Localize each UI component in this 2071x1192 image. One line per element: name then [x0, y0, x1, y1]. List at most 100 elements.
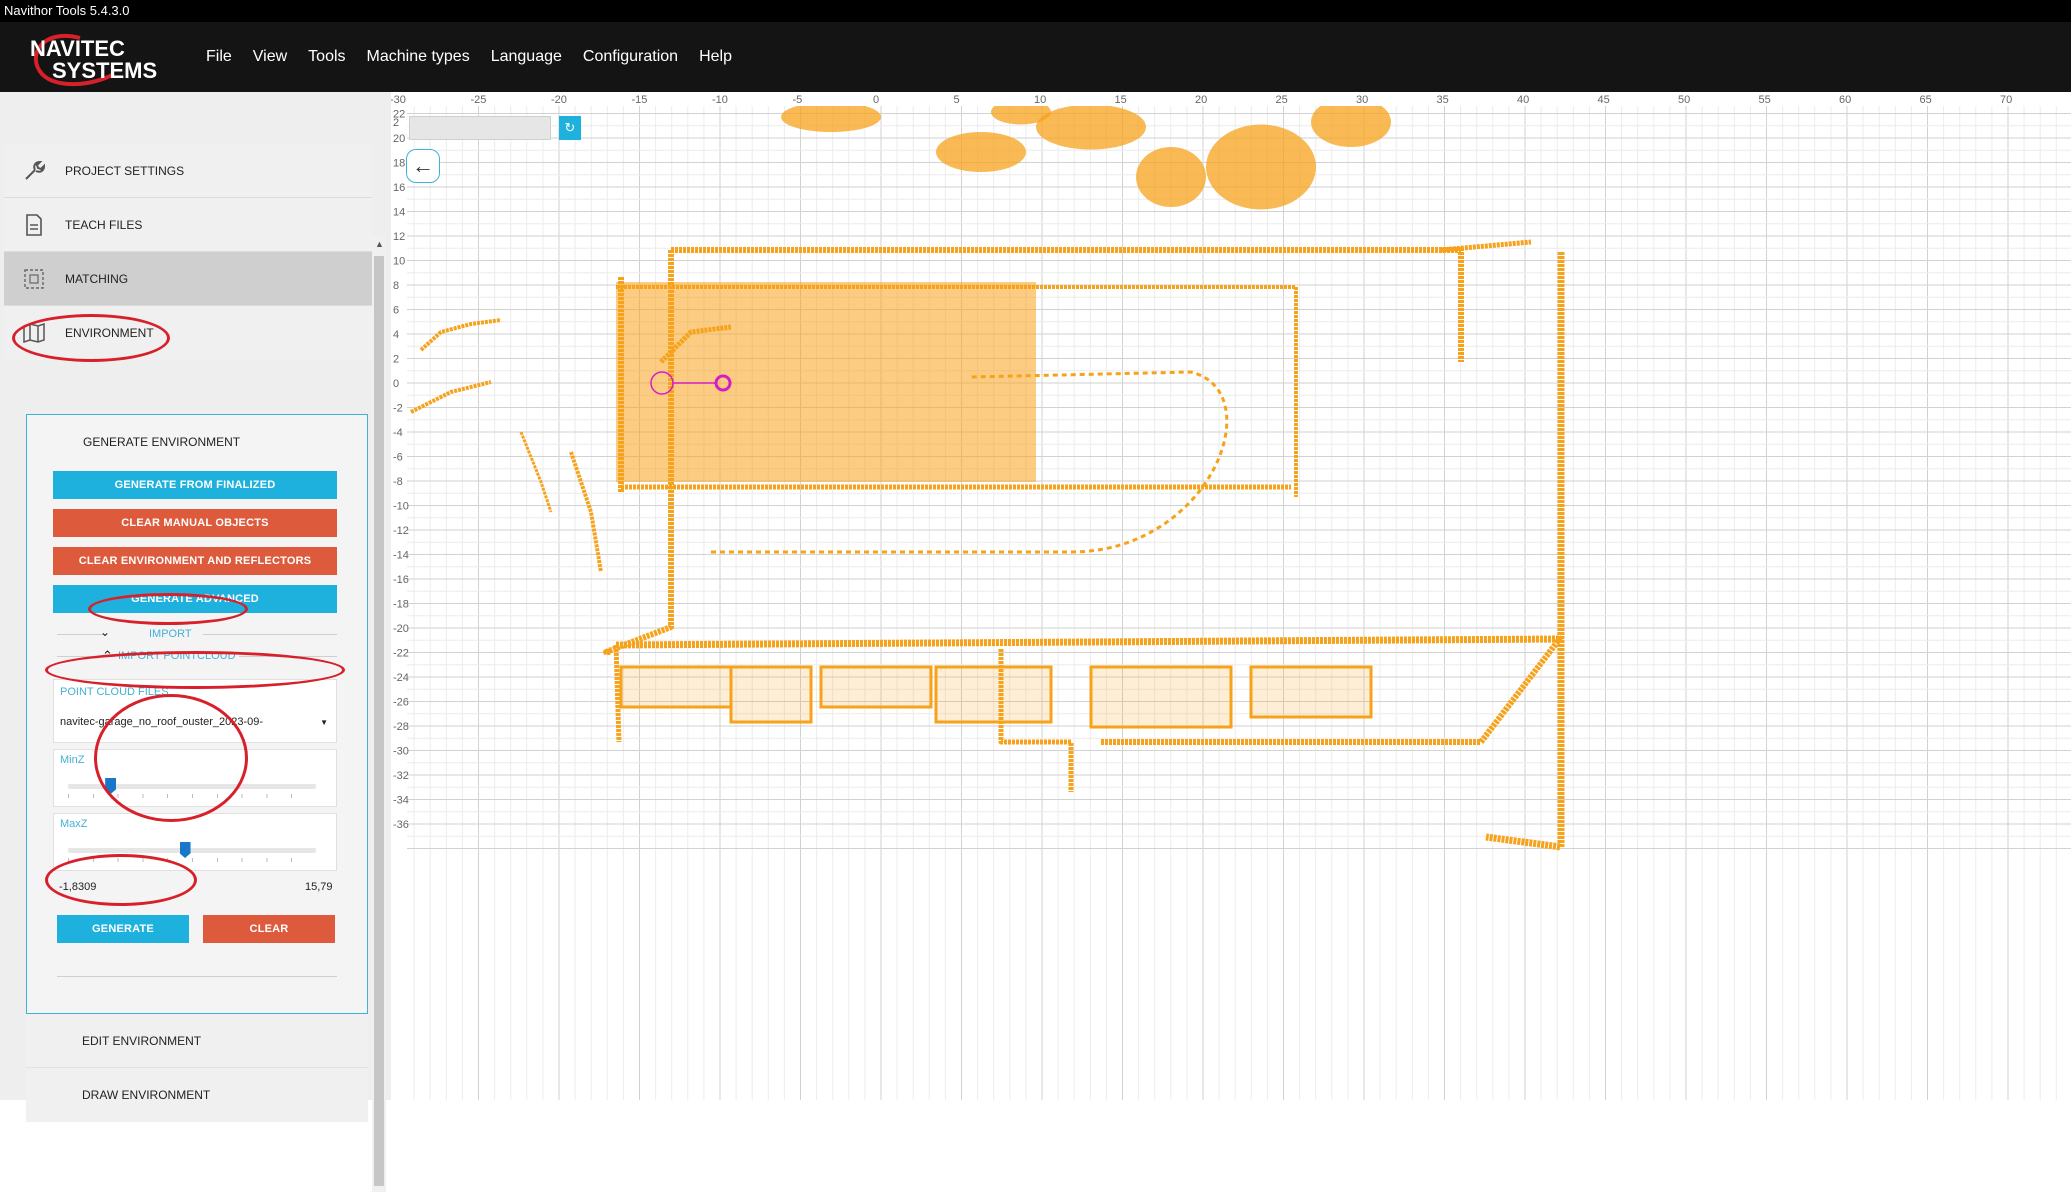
x-tick-label: -30	[391, 94, 406, 106]
x-tick-label: 45	[1598, 94, 1610, 106]
y-tick-label: -10	[393, 501, 409, 513]
sidebar-item-matching[interactable]: MATCHING	[4, 252, 372, 306]
menu-view[interactable]: View	[253, 48, 287, 66]
menu-tools[interactable]: Tools	[308, 48, 345, 66]
y-tick-label: -24	[393, 672, 409, 684]
x-tick-label: 65	[1920, 94, 1932, 106]
navitec-logo: NAVITEC SYSTEMS	[22, 26, 180, 88]
annotation-generate	[45, 854, 197, 906]
y-tick-label: -36	[393, 819, 409, 831]
y-tick-label: 18	[393, 158, 405, 170]
x-tick-label: 20	[1195, 94, 1207, 106]
y-tick-label: -34	[393, 795, 409, 807]
sidebar-item-draw-environment[interactable]: DRAW ENVIRONMENT	[26, 1068, 368, 1122]
y-tick-label: 4	[393, 329, 399, 341]
annotation-import-pointcloud	[88, 593, 248, 625]
chevron-down-icon[interactable]: ⌄	[100, 625, 110, 639]
y-tick-label: -28	[393, 721, 409, 733]
y-tick-label: -32	[393, 770, 409, 782]
pointcloud-blob	[936, 132, 1026, 172]
pointcloud-room	[1089, 665, 1233, 729]
window-title-bar: Navithor Tools 5.4.3.0	[0, 0, 2071, 22]
y-tick-label: -20	[393, 623, 409, 635]
scroll-up-icon[interactable]: ▲	[375, 239, 384, 249]
y-tick-label: -2	[393, 403, 403, 415]
sidebar-item-label: TEACH FILES	[65, 217, 143, 232]
sidebar-item-label: MATCHING	[65, 271, 129, 286]
wrench-icon	[22, 159, 46, 183]
y-axis-ruler	[391, 92, 407, 1100]
x-tick-label: -20	[551, 94, 567, 106]
annotation-file-select	[45, 651, 345, 689]
pointcloud-segment	[613, 644, 622, 743]
sidebar-item-teach-files[interactable]: TEACH FILES	[4, 198, 372, 252]
pointcloud-room	[729, 665, 813, 724]
x-tick-label: -10	[712, 94, 728, 106]
annotation-environment	[12, 314, 170, 362]
main-menu: File View Tools Machine types Language C…	[206, 22, 753, 92]
y-tick-label: -26	[393, 697, 409, 709]
pointcloud-blob	[781, 102, 881, 132]
generate-from-finalized-button[interactable]: GENERATE FROM FINALIZED	[53, 471, 337, 499]
x-tick-label: -5	[793, 94, 803, 106]
clear-button[interactable]: CLEAR	[203, 915, 335, 943]
x-tick-label: 55	[1759, 94, 1771, 106]
menu-machine-types[interactable]: Machine types	[367, 48, 470, 66]
sidebar-scrollbar[interactable]: ▲	[372, 236, 386, 1192]
y-tick-label: 16	[393, 182, 405, 194]
logo-text-systems: SYSTEMS	[52, 58, 157, 83]
pointcloud-room	[819, 665, 933, 709]
y-tick-label: 0	[393, 378, 399, 390]
sidebar-item-label: PROJECT SETTINGS	[65, 163, 185, 178]
clear-environment-button[interactable]: CLEAR ENVIRONMENT AND REFLECTORS	[53, 547, 337, 575]
pointcloud-segment	[419, 318, 502, 352]
import-divider-right	[203, 634, 337, 635]
import-section-toggle[interactable]: IMPORT	[149, 628, 192, 640]
matching-icon	[22, 267, 46, 291]
x-tick-label: 25	[1276, 94, 1288, 106]
pointcloud-segment	[1485, 252, 1565, 851]
maxz-slider-track[interactable]	[68, 848, 316, 853]
back-arrow-icon[interactable]: ←	[406, 149, 440, 183]
y-tick-label: 10	[393, 256, 405, 268]
y-tick-label: 6	[393, 305, 399, 317]
x-tick-label: 5	[954, 94, 960, 106]
map-canvas[interactable]: -30 -25 -20 -15 -10 -5 0 5 10 15 20 25 30 35 40 45 50 55 6…	[390, 92, 2071, 1100]
pointcloud-segment	[1440, 239, 1532, 253]
x-tick-label: 30	[1356, 94, 1368, 106]
x-tick-label: 70	[2000, 94, 2012, 106]
menu-language[interactable]: Language	[491, 48, 562, 66]
y-tick-label: -30	[393, 746, 409, 758]
menu-help[interactable]: Help	[699, 48, 732, 66]
pointcloud-room	[619, 665, 733, 709]
maxz-slider-handle[interactable]	[179, 842, 191, 858]
x-tick-label: 10	[1034, 94, 1046, 106]
y-tick-label: -22	[393, 648, 409, 660]
generate-button[interactable]: GENERATE	[57, 915, 189, 943]
map-search-input[interactable]	[409, 116, 551, 140]
x-tick-label: -15	[632, 94, 648, 106]
x-tick-label: 35	[1437, 94, 1449, 106]
x-tick-label: -25	[471, 94, 487, 106]
sidebar-item-edit-environment[interactable]: EDIT ENVIRONMENT	[26, 1014, 368, 1068]
sidebar-item-project-settings[interactable]: PROJECT SETTINGS	[4, 144, 372, 198]
y-tick-label: 2	[393, 117, 399, 129]
clear-manual-objects-button[interactable]: CLEAR MANUAL OBJECTS	[53, 509, 337, 537]
scroll-thumb[interactable]	[374, 256, 384, 1186]
pointcloud-blob	[1036, 104, 1146, 150]
y-tick-label: -18	[393, 599, 409, 611]
menu-file[interactable]: File	[206, 48, 232, 66]
refresh-icon[interactable]: ↻	[559, 116, 581, 140]
y-tick-label: 20	[393, 133, 405, 145]
window-title: Navithor Tools 5.4.3.0	[4, 3, 130, 18]
y-tick-label: -12	[393, 525, 409, 537]
y-tick-label: -16	[393, 574, 409, 586]
panel-bottom-divider	[57, 976, 337, 977]
annotation-sliders	[94, 694, 248, 822]
y-tick-label: 14	[393, 207, 405, 219]
pointcloud-room	[1249, 665, 1373, 719]
menu-configuration[interactable]: Configuration	[583, 48, 678, 66]
y-tick-label: -8	[393, 476, 403, 488]
x-tick-label: 60	[1839, 94, 1851, 106]
pointcloud-dense-area	[616, 282, 1036, 482]
